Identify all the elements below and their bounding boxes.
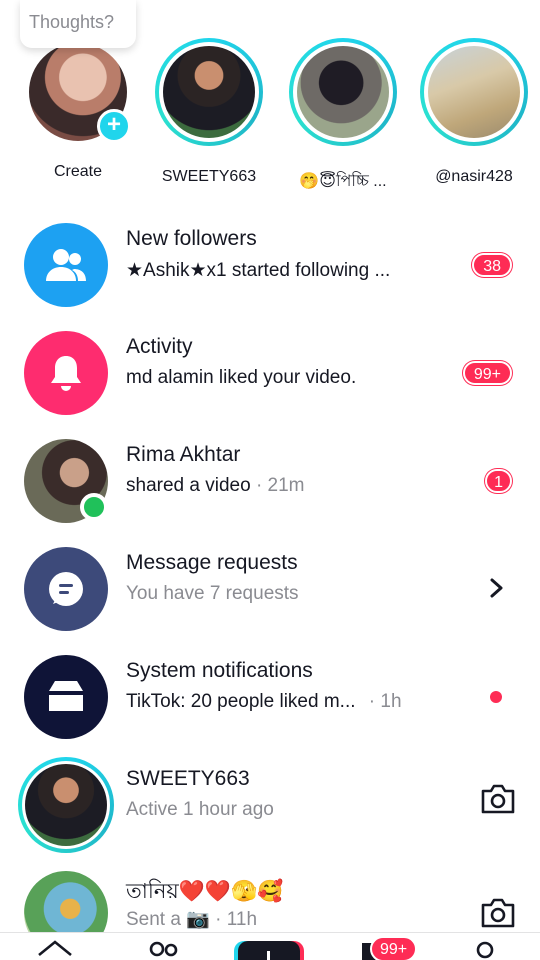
- plus-icon: [267, 951, 270, 960]
- story-ring: [18, 757, 114, 853]
- camera-icon[interactable]: [480, 783, 516, 815]
- create-button[interactable]: [238, 941, 300, 960]
- story-avatar: [163, 46, 255, 138]
- story-item[interactable]: 🤭😇পিচ্চি ...: [283, 38, 403, 195]
- my-avatar: +: [29, 43, 131, 143]
- unread-dot: [490, 691, 502, 703]
- story-name: Create: [53, 163, 103, 180]
- story-avatar: [428, 46, 520, 138]
- home-icon[interactable]: [36, 939, 74, 960]
- thoughts-bubble[interactable]: Thoughts?: [20, 0, 136, 48]
- list-item-chat[interactable]: SWEETY663 Active 1 hour ago: [0, 755, 540, 855]
- story-ring: [420, 38, 528, 146]
- story-ring: [155, 38, 263, 146]
- bottom-nav: [0, 932, 540, 960]
- count-badge: 38: [472, 253, 512, 277]
- row-title: তানিয়❤️❤️🫣🥰: [126, 880, 284, 903]
- stories-row: Thoughts? + Create SWEETY663 🤭😇পিচ্চি ..…: [0, 0, 540, 200]
- count-badge: 99+: [462, 361, 512, 385]
- friends-icon[interactable]: [146, 939, 182, 960]
- row-subtitle: TikTok: 20 people liked m... · 1h: [126, 691, 402, 713]
- story-ring: [289, 38, 397, 146]
- row-time: · 1h: [368, 691, 402, 712]
- story-name: SWEETY663: [161, 168, 257, 185]
- add-story-icon[interactable]: +: [97, 109, 131, 143]
- row-title: New followers: [126, 227, 257, 250]
- list-item-activity[interactable]: Activity md alamin liked your video. 99+: [0, 323, 540, 423]
- online-indicator: [80, 493, 108, 521]
- row-subtitle: md alamin liked your video.: [126, 367, 357, 388]
- profile-icon[interactable]: [470, 939, 500, 960]
- row-title: SWEETY663: [126, 767, 250, 790]
- row-title: System notifications: [126, 659, 313, 682]
- inbox-badge: 99+: [370, 936, 418, 960]
- avatar: [25, 764, 107, 846]
- people-icon: [24, 223, 108, 307]
- list-item-system-notifications[interactable]: System notifications TikTok: 20 people l…: [0, 647, 540, 747]
- message-icon: [24, 547, 108, 631]
- chevron-right-icon: [490, 578, 503, 598]
- row-title: Activity: [126, 335, 193, 358]
- count-badge: 1: [485, 469, 512, 493]
- story-name: 🤭😇পিচ্চি ...: [299, 173, 387, 190]
- row-subtitle-text: TikTok: 20 people liked m...: [126, 691, 356, 712]
- row-subtitle: You have 7 requests: [126, 583, 299, 604]
- row-subtitle: ★Ashik★x1 started following ...: [126, 260, 391, 281]
- row-time: · 21m: [255, 475, 305, 496]
- row-title: Rima Akhtar: [126, 443, 241, 466]
- list-item-new-followers[interactable]: New followers ★Ashik★x1 started followin…: [0, 215, 540, 315]
- story-name: @nasir428: [435, 168, 513, 185]
- story-item[interactable]: @nasir428: [414, 38, 534, 186]
- list-item-message-requests[interactable]: Message requests You have 7 requests: [0, 539, 540, 639]
- inbox-icon: [24, 655, 108, 739]
- row-title: Message requests: [126, 551, 298, 574]
- list-item-chat[interactable]: Rima Akhtar shared a video · 21m 1: [0, 431, 540, 531]
- story-item[interactable]: SWEETY663: [149, 38, 269, 186]
- story-create[interactable]: + Create: [18, 38, 138, 181]
- row-subtitle-text: shared a video: [126, 475, 251, 496]
- row-subtitle: Active 1 hour ago: [126, 799, 274, 820]
- bell-icon: [24, 331, 108, 415]
- story-avatar: [297, 46, 389, 138]
- camera-icon[interactable]: [480, 897, 516, 929]
- row-subtitle: Sent a 📷 · 11h: [126, 909, 258, 930]
- row-subtitle: shared a video · 21m: [126, 475, 305, 497]
